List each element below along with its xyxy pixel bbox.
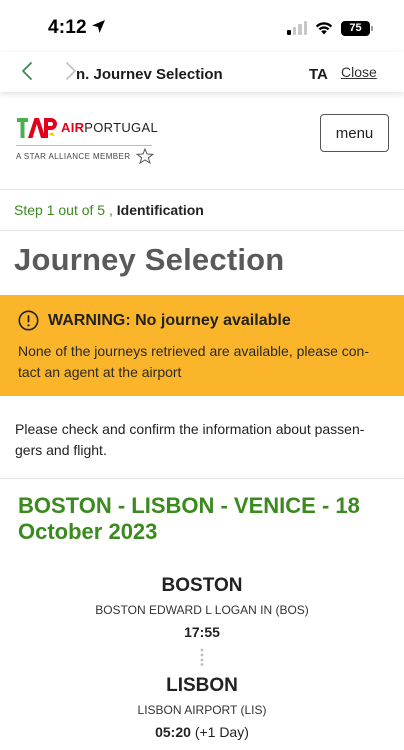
status-bar: 4:12 75 [0,0,404,52]
section-divider [0,478,404,479]
browser-toolbar: n. Journev Selection TA Close [0,52,404,92]
wifi-icon [315,22,333,35]
clock-text: 4:12 [48,17,87,38]
browser-ta-label: TA [309,66,328,83]
stop-airport: BOSTON EDWARD L LOGAN IN (BOS) [95,603,309,617]
stop-time: 17:55 [0,624,404,640]
connection-dots-icon [200,648,204,666]
location-arrow-icon [91,20,105,33]
warning-title: WARNING: No journey available [48,311,291,329]
logo-air-text: AIR [61,120,85,135]
stop-time-value: 17:55 [184,624,220,640]
stop-time: 05:20 (+1 Day) [0,724,404,740]
menu-button[interactable]: menu [320,114,389,152]
stop-time-value: 05:20 [155,724,191,740]
stop-airport: LISBON AIRPORT (LIS) [137,703,267,717]
star-alliance-icon [136,148,154,164]
journey-route-title: BOSTON - LISBON - VENICE - 18 October 20… [18,493,360,544]
browser-page-title: n. Journev Selection [76,66,223,83]
logo-portugal-text: PORTUGAL [84,120,158,135]
tap-logo-icon [17,118,57,138]
logo-divider [16,145,152,146]
site-header: AIRPORTUGAL A STAR ALLIANCE MEMBER menu [0,92,404,190]
cellular-signal-icon [287,21,307,35]
step-indicator: Step 1 out of 5 , Identification [0,190,404,231]
star-alliance-text: A STAR ALLIANCE MEMBER [16,152,131,161]
stop-city: BOSTON [161,575,243,596]
itinerary-stop-connection: LISBON LISBON AIRPORT (LIS) 05:20 (+1 Da… [0,675,404,740]
page-title: Journey Selection [14,242,285,277]
itinerary-stop-origin: BOSTON BOSTON EDWARD L LOGAN IN (BOS) 17… [0,575,404,640]
battery-icon: 75 [341,20,373,36]
step-progress: Step 1 out of 5 , [14,202,113,218]
exclamation-circle-icon [18,310,39,331]
status-indicators: 75 [287,18,373,38]
stop-day-offset: (+1 Day) [194,724,249,740]
back-chevron-icon[interactable] [18,60,38,82]
step-name: Identification [116,202,204,218]
warning-message: None of the journeys retrieved are avail… [18,343,369,380]
logo-wordmark: AIRPORTUGAL [61,120,158,135]
warning-header: WARNING: No journey available [18,310,386,331]
confirmation-instructions: Please check and confirm the information… [15,421,365,458]
close-link[interactable]: Close [341,64,377,80]
tap-air-portugal-logo[interactable]: AIRPORTUGAL A STAR ALLIANCE MEMBER [16,116,176,164]
status-time: 4:12 [48,17,106,39]
warning-banner: WARNING: No journey available None of th… [0,295,404,396]
stop-city: LISBON [166,675,238,696]
